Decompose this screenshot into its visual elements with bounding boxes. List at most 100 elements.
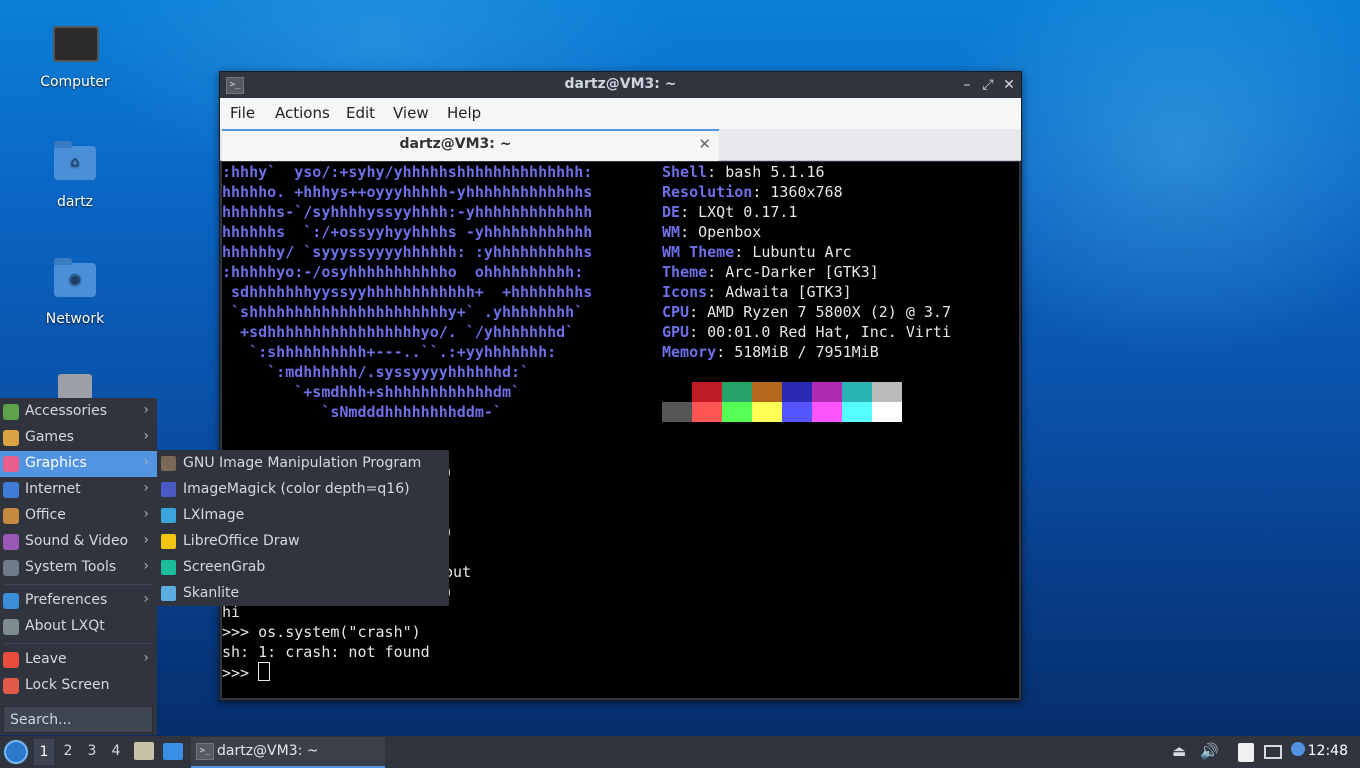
workspace-4[interactable]: 4 [106, 743, 126, 759]
graphics-icon [3, 456, 19, 472]
menu-item-games[interactable]: Games › [0, 425, 157, 451]
imagemagick-icon [161, 482, 176, 497]
menu-item-accessories[interactable]: Accessories › [0, 399, 157, 425]
minimize-button[interactable]: – [958, 75, 976, 95]
color-swatch [722, 402, 752, 422]
ascii-line: hhhhhhs-`/syhhhhyssyyhhhh:-yhhhhhhhhhhhh… [222, 203, 593, 221]
show-desktop-icon[interactable] [163, 743, 183, 760]
skanlite-icon [161, 586, 176, 601]
ascii-line: +sdhhhhhhhhhhhhhhhhhyo/. `/yhhhhhhhd` [222, 323, 575, 341]
submenu-item-gimp[interactable]: GNU Image Manipulation Program [157, 451, 449, 477]
about-icon [3, 619, 19, 635]
ascii-line: `shhhhhhhhhhhhhhhhhhhhhhy+` .yhhhhhhhh` [222, 303, 584, 321]
output-line: >>> os.system("crash") [222, 623, 421, 641]
workspace-1[interactable]: 1 [34, 739, 54, 765]
color-swatch [752, 382, 782, 402]
desktop-icon-network[interactable]: ◉ Network [20, 257, 130, 327]
lximage-icon [161, 508, 176, 523]
color-swatch [782, 382, 812, 402]
color-swatch [812, 382, 842, 402]
menu-divider [4, 584, 153, 585]
menu-search-input[interactable]: Search... [3, 706, 153, 733]
submenu-item-screengrab[interactable]: ScreenGrab [157, 555, 449, 581]
menu-view[interactable]: View [393, 104, 429, 122]
office-icon [3, 508, 19, 524]
menu-item-graphics[interactable]: Graphics › [0, 451, 157, 477]
chevron-right-icon: › [143, 591, 149, 607]
taskbar-task-terminal[interactable]: >_ dartz@VM3: ~ [191, 737, 385, 768]
sysinfo-value: Adwaita [GTK3] [725, 283, 852, 301]
workspace-2[interactable]: 2 [58, 743, 78, 759]
sysinfo-value: Openbox [698, 223, 762, 241]
sysinfo-value: Arc-Darker [GTK3] [725, 263, 879, 281]
sysinfo-key: CPU [662, 303, 690, 321]
sysinfo-value: 00:01.0 Red Hat, Inc. Virti [707, 323, 951, 341]
window-titlebar[interactable]: >_ dartz@VM3: ~ – ⤢ ✕ [220, 72, 1021, 98]
menu-item-internet[interactable]: Internet › [0, 477, 157, 503]
leave-icon [3, 652, 19, 668]
lock-icon [3, 678, 19, 694]
color-swatch [842, 402, 872, 422]
ascii-line: `:shhhhhhhhhh+---..``.:+yyhhhhhhh: [222, 343, 557, 361]
prompt-line[interactable]: >>> [222, 662, 271, 683]
menu-item-lock-screen[interactable]: Lock Screen [0, 673, 157, 699]
update-notifier-icon[interactable] [1291, 742, 1305, 756]
menu-item-about[interactable]: About LXQt [0, 614, 157, 640]
start-menu-button[interactable] [4, 740, 28, 764]
libreoffice-draw-icon [161, 534, 176, 549]
network-icon[interactable] [1264, 745, 1282, 759]
ascii-line: hhhhho. +hhhys++oyyyhhhhh-yhhhhhhhhhhhhh… [222, 183, 593, 201]
submenu-item-imagemagick[interactable]: ImageMagick (color depth=q16) [157, 477, 449, 503]
menu-edit[interactable]: Edit [346, 104, 375, 122]
submenu-item-libreoffice-draw[interactable]: LibreOffice Draw [157, 529, 449, 555]
terminal-output[interactable]: :hhhy` yso/:+syhy/yhhhhhshhhhhhhhhhhhhh:… [222, 162, 1019, 698]
color-swatch [752, 402, 782, 422]
desktop-icon-label: dartz [56, 194, 94, 210]
ascii-line: hhhhhhs `:/+ossyyhyyhhhhs -yhhhhhhhhhhhh [222, 223, 593, 241]
ascii-line: :hhhy` yso/:+syhy/yhhhhhshhhhhhhhhhhhhh: [222, 163, 593, 181]
desktop-icon-computer[interactable]: Computer [20, 22, 130, 90]
menu-item-sound-video[interactable]: Sound & Video › [0, 529, 157, 555]
menu-item-leave[interactable]: Leave › [0, 647, 157, 673]
color-swatch [812, 402, 842, 422]
volume-icon[interactable]: 🔊 [1200, 742, 1219, 760]
menu-item-system-tools[interactable]: System Tools › [0, 555, 157, 581]
eject-icon[interactable]: ⏏ [1172, 742, 1186, 760]
sysinfo-row: Shell: bash 5.1.16 [662, 163, 825, 181]
tab-close-icon[interactable]: ✕ [698, 135, 711, 153]
menu-item-office[interactable]: Office › [0, 503, 157, 529]
ascii-line: `+smdhhh+shhhhhhhhhhhhdm` [222, 383, 521, 401]
menu-help[interactable]: Help [447, 104, 481, 122]
desktop-icon-label: Computer [40, 74, 110, 90]
taskbar: 1 2 3 4 >_ dartz@VM3: ~ ⏏ 🔊 12:48 [0, 736, 1360, 768]
menu-actions[interactable]: Actions [275, 104, 330, 122]
sysinfo-key: Icons [662, 283, 708, 301]
network-folder-icon: ◉ [53, 258, 97, 307]
ascii-line: hhhhhhy/ `syyyssyyyyhhhhhh: :yhhhhhhhhhh… [222, 243, 593, 261]
workspace-3[interactable]: 3 [82, 743, 102, 759]
desktop-icon-label: Network [45, 311, 105, 327]
clock[interactable]: 12:48 [1308, 743, 1348, 759]
chevron-right-icon: › [143, 428, 149, 444]
color-swatch [842, 382, 872, 402]
file-manager-icon[interactable] [134, 742, 154, 760]
clipboard-icon[interactable] [1238, 743, 1254, 762]
tab-terminal[interactable]: dartz@VM3: ~ ✕ [222, 129, 719, 161]
start-menu: Accessories › Games › Graphics › Internet › … [0, 398, 157, 735]
sysinfo-value: 1360x768 [770, 183, 843, 201]
desktop-icon-home[interactable]: ⌂ dartz [20, 140, 130, 210]
submenu-item-lximage[interactable]: LXImage [157, 503, 449, 529]
chevron-right-icon: › [143, 650, 149, 666]
prompt: >>> [222, 664, 259, 682]
sysinfo-key: GPU [662, 323, 690, 341]
sysinfo-key: Theme [662, 263, 708, 281]
close-button[interactable]: ✕ [1000, 75, 1018, 95]
submenu-item-skanlite[interactable]: Skanlite [157, 581, 449, 607]
maximize-button[interactable]: ⤢ [979, 75, 997, 95]
sysinfo-value: bash 5.1.16 [725, 163, 825, 181]
sysinfo-value: LXQt 0.17.1 [698, 203, 798, 221]
sysinfo-key: WM Theme [662, 243, 735, 261]
menu-item-preferences[interactable]: Preferences › [0, 588, 157, 614]
menu-file[interactable]: File [230, 104, 255, 122]
output-line: sh: 1: crash: not found [222, 643, 430, 661]
